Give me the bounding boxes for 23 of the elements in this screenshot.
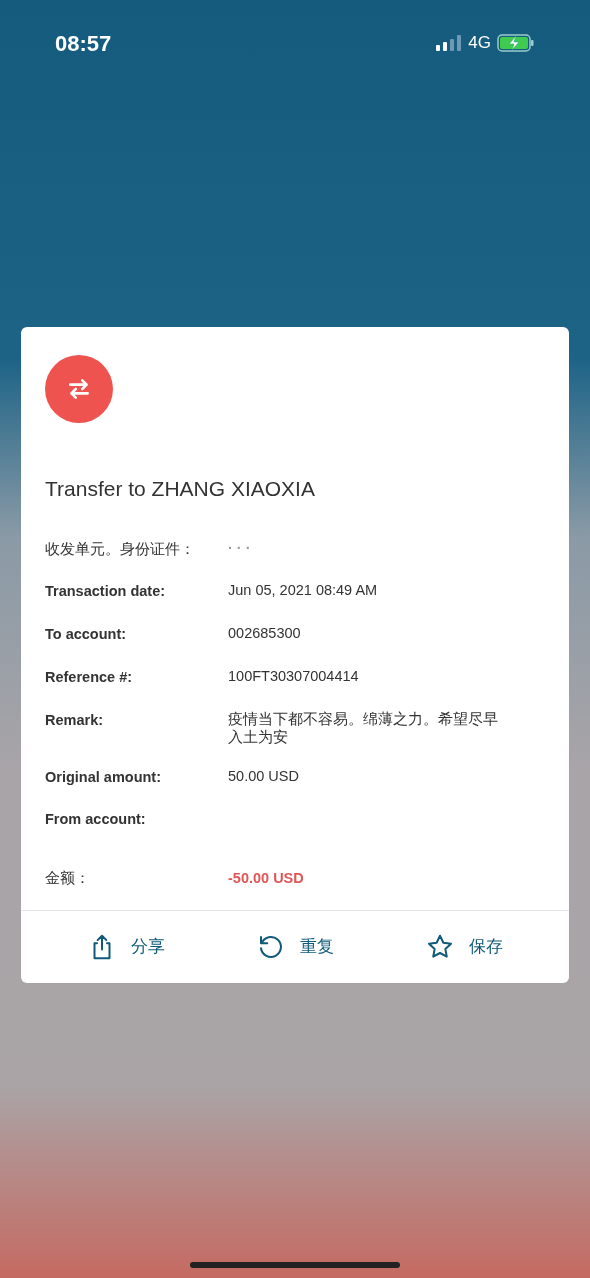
detail-value: 50.00 USD xyxy=(228,766,300,785)
detail-label: Original amount: xyxy=(45,767,162,787)
amount-value: -50.00 USD xyxy=(228,869,304,888)
receipt-title: Transfer to ZHANG XIAOXIA xyxy=(45,476,316,502)
status-time: 08:57 xyxy=(55,29,112,58)
detail-label: Transaction date: xyxy=(45,582,167,602)
detail-label: To account: xyxy=(45,625,128,644)
battery-charging-icon xyxy=(497,34,535,52)
detail-value: 100FT30307004414 xyxy=(228,666,360,685)
amount-label: 金额： xyxy=(45,869,91,888)
signal-icon xyxy=(436,35,463,51)
detail-label: From account: xyxy=(45,810,147,830)
detail-value: 疫情当下都不容易。绵薄之力。希望尽早入土为安 xyxy=(228,709,499,746)
detail-label: Reference #: xyxy=(45,667,134,687)
network-label: 4G xyxy=(468,32,491,55)
detail-label: Remark: xyxy=(45,710,105,730)
detail-label: 收发单元。身份证件： xyxy=(45,539,196,559)
action-button[interactable]: 分享 xyxy=(86,931,165,962)
detail-value: Jun 05, 2021 08:49 AM xyxy=(228,581,379,600)
action-button[interactable]: 重复 xyxy=(256,931,334,962)
action-button[interactable]: 保存 xyxy=(425,931,504,962)
detail-value: 002685300 xyxy=(228,624,302,642)
detail-value: · · · xyxy=(228,538,252,557)
